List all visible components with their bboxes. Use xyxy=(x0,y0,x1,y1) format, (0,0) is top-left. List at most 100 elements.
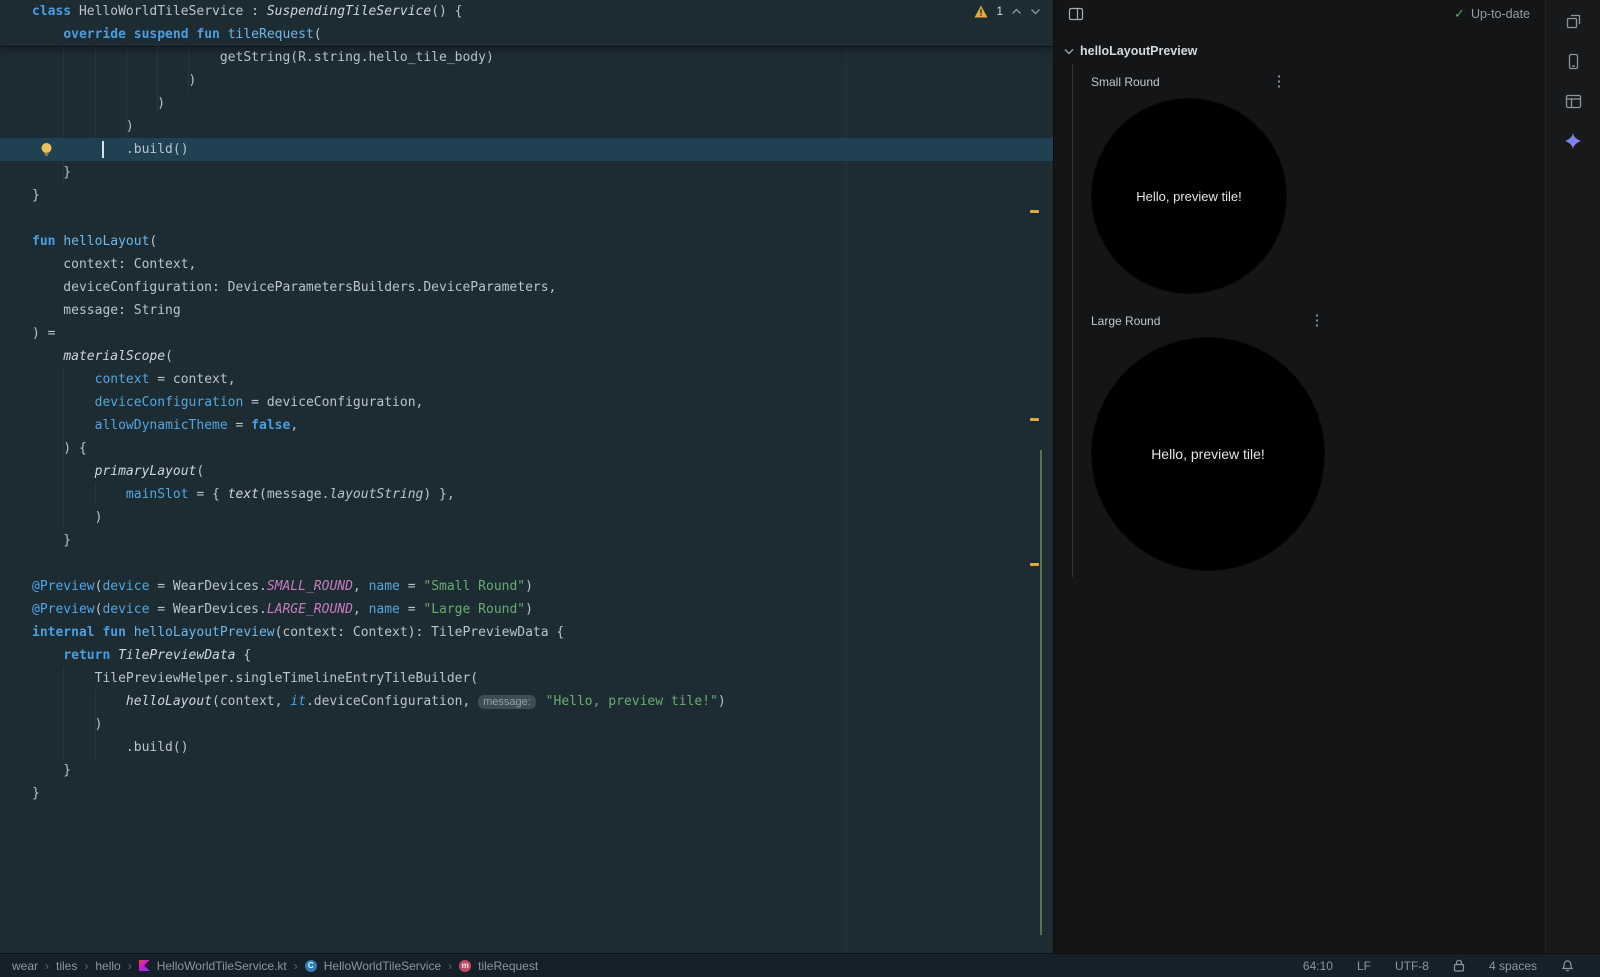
code-line[interactable]: context: Context, xyxy=(0,253,1053,276)
code-line[interactable]: getString(R.string.hello_tile_body) xyxy=(0,46,1053,69)
tile-preview-large-round[interactable]: Hello, preview tile! xyxy=(1091,337,1325,571)
code-token xyxy=(32,349,63,364)
text-caret xyxy=(102,141,104,158)
more-options-icon[interactable]: ⋮ xyxy=(1271,74,1287,90)
tile-preview-small-round[interactable]: Hello, preview tile! xyxy=(1091,98,1287,294)
status-bar-widgets: 64:10 LF UTF-8 4 spaces xyxy=(1303,959,1574,973)
code-line[interactable]: ) xyxy=(0,713,1053,736)
code-line[interactable]: override suspend fun tileRequest( xyxy=(0,23,1053,46)
code-token xyxy=(32,694,126,709)
code-token: deviceConfiguration xyxy=(95,395,244,410)
code-line[interactable]: helloLayout(context, it.deviceConfigurat… xyxy=(0,690,1053,713)
bell-icon[interactable] xyxy=(1561,959,1574,972)
code-line[interactable]: ) = xyxy=(0,322,1053,345)
code-line[interactable]: return TilePreviewData { xyxy=(0,644,1053,667)
code-line[interactable]: .build() xyxy=(0,736,1053,759)
preview-group-row[interactable]: helloLayoutPreview xyxy=(1064,44,1197,58)
code-token: ) = xyxy=(32,326,55,341)
code-line[interactable]: deviceConfiguration = deviceConfiguratio… xyxy=(0,391,1053,414)
android-studio-window: getString(R.string.hello_tile_body) ) ) … xyxy=(0,0,1600,977)
gemini-sparkle-icon[interactable] xyxy=(1556,124,1590,158)
code-line[interactable]: @Preview(device = WearDevices.SMALL_ROUN… xyxy=(0,575,1053,598)
chevron-up-icon[interactable] xyxy=(1011,8,1022,15)
breadcrumb-item[interactable]: hello xyxy=(95,959,120,973)
code-line[interactable]: ) xyxy=(0,115,1053,138)
chevron-down-icon xyxy=(1064,48,1074,55)
code-line[interactable]: ) xyxy=(0,506,1053,529)
code-line[interactable]: } xyxy=(0,782,1053,805)
code-editor[interactable]: getString(R.string.hello_tile_body) ) ) … xyxy=(0,0,1053,953)
code-token: = { xyxy=(189,487,228,502)
code-line[interactable]: TilePreviewHelper.singleTimelineEntryTil… xyxy=(0,667,1053,690)
split-layout-icon[interactable] xyxy=(1068,6,1086,24)
code-token: } xyxy=(32,763,71,778)
more-options-icon[interactable]: ⋮ xyxy=(1309,313,1325,329)
indent-widget[interactable]: 4 spaces xyxy=(1489,959,1537,973)
running-devices-icon[interactable] xyxy=(1556,4,1590,38)
code-token: materialScope xyxy=(63,349,165,364)
chevron-down-icon[interactable] xyxy=(1030,8,1041,15)
code-line[interactable]: .build() xyxy=(0,138,1053,161)
code-line[interactable]: materialScope( xyxy=(0,345,1053,368)
code-line[interactable]: primaryLayout( xyxy=(0,460,1053,483)
code-line[interactable] xyxy=(0,207,1053,230)
layout-inspector-icon[interactable] xyxy=(1556,84,1590,118)
code-token: override suspend fun xyxy=(63,27,227,42)
code-line[interactable]: } xyxy=(0,161,1053,184)
code-line[interactable]: } xyxy=(0,184,1053,207)
intention-bulb-icon[interactable] xyxy=(38,141,55,158)
code-line[interactable]: mainSlot = { text(message.layoutString) … xyxy=(0,483,1053,506)
code-line[interactable]: } xyxy=(0,529,1053,552)
warning-icon xyxy=(974,5,988,18)
scrollbar-warning-mark[interactable] xyxy=(1030,563,1039,566)
code-line[interactable] xyxy=(0,552,1053,575)
parameter-name-hint: message: xyxy=(478,695,536,709)
code-line[interactable]: } xyxy=(0,759,1053,782)
device-manager-icon[interactable] xyxy=(1556,44,1590,78)
code-token: device xyxy=(102,602,149,617)
code-token: text xyxy=(228,487,259,502)
code-token xyxy=(32,464,95,479)
code-token: helloLayout xyxy=(63,234,149,249)
code-line[interactable]: class HelloWorldTileService : Suspending… xyxy=(0,0,1053,23)
code-line[interactable]: deviceConfiguration: DeviceParametersBui… xyxy=(0,276,1053,299)
code-line[interactable]: message: String xyxy=(0,299,1053,322)
scrollbar-warning-mark[interactable] xyxy=(1030,210,1039,213)
code-token xyxy=(32,648,63,663)
code-token xyxy=(538,694,546,709)
code-line[interactable]: internal fun helloLayoutPreview(context:… xyxy=(0,621,1053,644)
lock-icon[interactable] xyxy=(1453,959,1465,972)
line-separator-widget[interactable]: LF xyxy=(1357,959,1371,973)
tree-indent-line xyxy=(1072,64,1073,577)
code-token: { xyxy=(236,648,252,663)
class-icon: C xyxy=(305,960,317,972)
code-token: it xyxy=(290,694,306,709)
caret-position-widget[interactable]: 64:10 xyxy=(1303,959,1333,973)
code-token: = context, xyxy=(149,372,235,387)
code-token: = xyxy=(228,418,251,433)
code-token: device xyxy=(102,579,149,594)
preview-item-large-round: Large Round ⋮ Hello, preview tile! xyxy=(1091,311,1325,571)
breadcrumb-item[interactable]: wear xyxy=(12,959,38,973)
breadcrumb-item[interactable]: tileRequest xyxy=(478,959,538,973)
code-line[interactable]: ) xyxy=(0,92,1053,115)
code-line[interactable]: context = context, xyxy=(0,368,1053,391)
code-token: name xyxy=(369,579,400,594)
breadcrumb-item[interactable]: HelloWorldTileService.kt xyxy=(157,959,287,973)
code-token: ) xyxy=(525,602,533,617)
breadcrumb-item[interactable]: HelloWorldTileService xyxy=(324,959,441,973)
code-line[interactable]: ) xyxy=(0,69,1053,92)
code-token xyxy=(32,372,95,387)
breadcrumb-item[interactable]: tiles xyxy=(56,959,77,973)
code-line[interactable]: allowDynamicTheme = false, xyxy=(0,414,1053,437)
code-line[interactable]: fun helloLayout( xyxy=(0,230,1053,253)
tile-preview-text: Hello, preview tile! xyxy=(1136,189,1242,204)
code-token: .build() xyxy=(32,740,189,755)
code-area: getString(R.string.hello_tile_body) ) ) … xyxy=(0,46,1053,805)
inspections-widget[interactable]: 1 xyxy=(974,1,1041,21)
code-token: ) { xyxy=(32,441,87,456)
encoding-widget[interactable]: UTF-8 xyxy=(1395,959,1429,973)
code-line[interactable]: ) { xyxy=(0,437,1053,460)
code-line[interactable]: @Preview(device = WearDevices.LARGE_ROUN… xyxy=(0,598,1053,621)
scrollbar-warning-mark[interactable] xyxy=(1030,418,1039,421)
